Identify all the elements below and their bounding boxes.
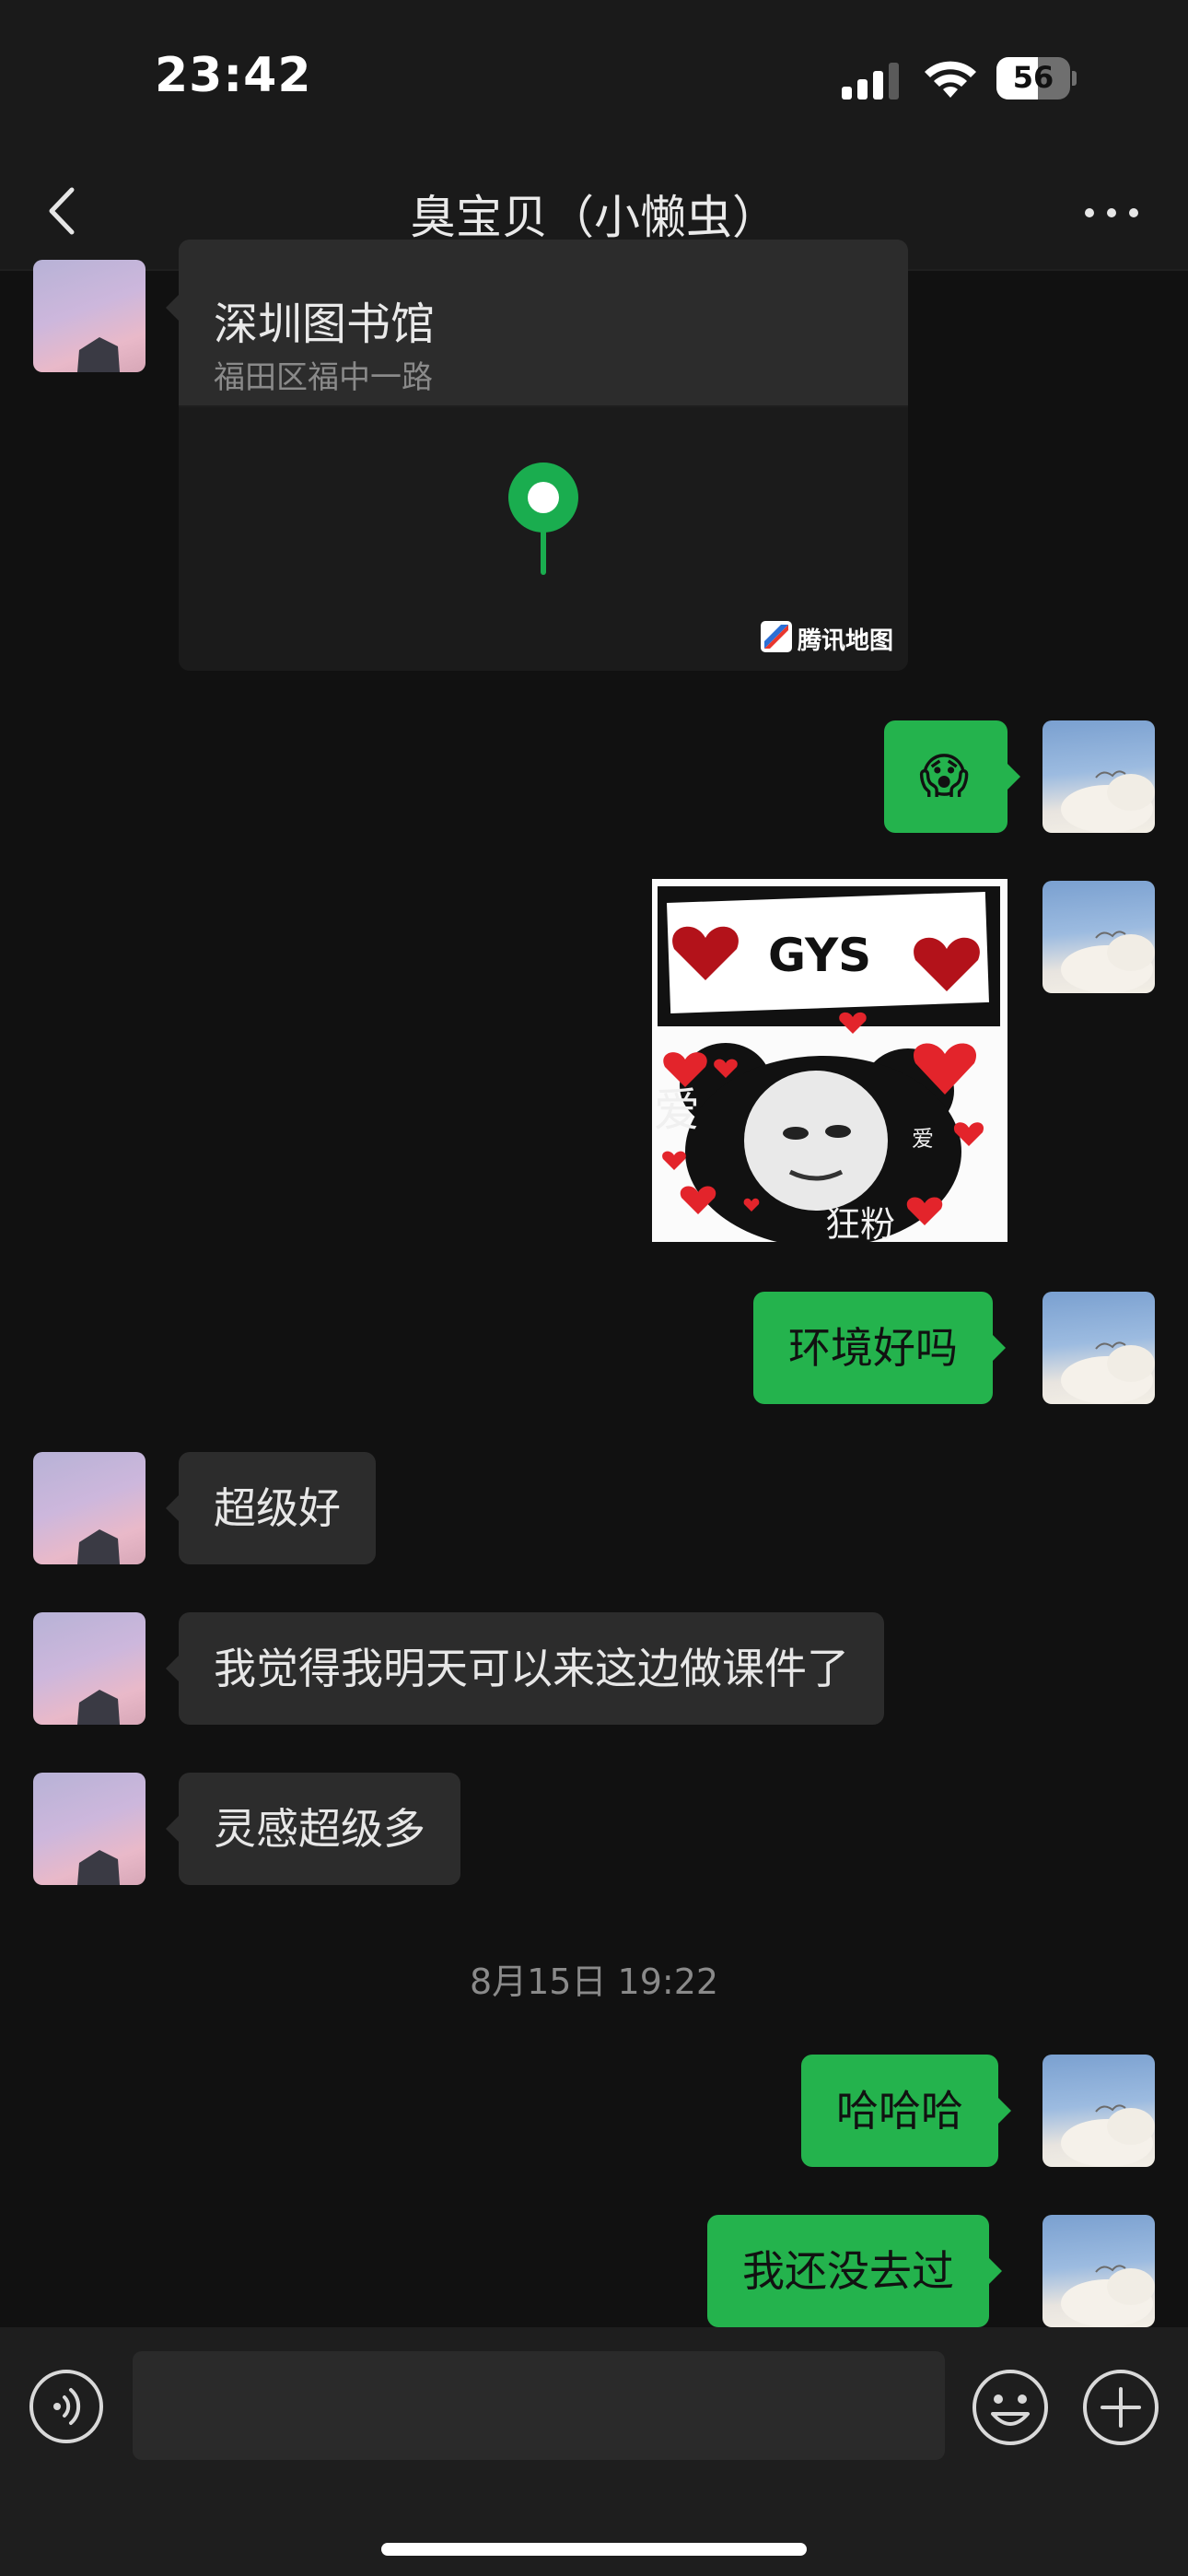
battery-tip <box>1072 71 1077 86</box>
sticker-left-text: 爱 <box>654 1083 700 1137</box>
message-bubble-them[interactable]: 超级好 <box>166 1452 376 1564</box>
battery-indicator: 56 <box>996 57 1077 100</box>
message-bubble-me[interactable]: 😱 <box>884 720 1020 833</box>
sticker-bottom-text: 狂粉 <box>825 1204 895 1242</box>
plus-icon[interactable] <box>1081 2368 1160 2447</box>
chat-title: 臭宝贝（小懒虫） <box>410 191 778 244</box>
my-avatar[interactable] <box>1042 2215 1155 2327</box>
tencent-map-logo-icon <box>761 621 792 652</box>
message-text: 我还没去过 <box>742 2246 954 2296</box>
voice-icon[interactable] <box>28 2368 105 2445</box>
emoji-message: 😱 <box>919 749 970 804</box>
battery-body: 56 <box>996 57 1070 100</box>
input-bar <box>0 2327 1188 2576</box>
status-bar: 23:42 56 <box>0 0 1188 157</box>
location-map: 腾讯地图 <box>179 407 908 671</box>
message-bubble-me[interactable]: 我还没去过 <box>707 2215 1002 2327</box>
home-indicator[interactable] <box>381 2543 807 2556</box>
my-avatar[interactable] <box>1042 720 1155 833</box>
sticker-image[interactable]: GYS 爱 爱 狂粉 <box>652 879 1007 1242</box>
status-time: 23:42 <box>155 48 312 103</box>
sticker-top-text: GYS <box>768 929 871 982</box>
contact-avatar[interactable] <box>33 1452 146 1564</box>
contact-avatar[interactable] <box>33 1612 146 1725</box>
ellipsis-icon[interactable] <box>1077 181 1146 245</box>
location-card[interactable]: 深圳图书馆 福田区福中一路 腾讯地图 <box>179 240 908 671</box>
map-provider-label: 腾讯地图 <box>798 627 894 655</box>
message-text: 我觉得我明天可以来这边做课件了 <box>214 1644 849 1693</box>
message-text: 超级好 <box>214 1483 341 1533</box>
wifi-icon <box>925 61 976 98</box>
message-bubble-them[interactable]: 灵感超级多 <box>166 1773 460 1885</box>
my-avatar[interactable] <box>1042 2055 1155 2167</box>
message-text: 环境好吗 <box>788 1323 958 1373</box>
sticker-right-text: 爱 <box>912 1126 934 1152</box>
map-provider-badge: 腾讯地图 <box>761 619 899 656</box>
cellular-signal-icon <box>842 63 899 100</box>
message-text: 灵感超级多 <box>214 1804 425 1854</box>
map-pin-icon <box>508 463 578 575</box>
battery-level: 56 <box>1012 60 1054 95</box>
my-avatar[interactable] <box>1042 1292 1155 1404</box>
message-timestamp: 8月15日 19:22 <box>469 1961 719 2002</box>
message-bubble-me[interactable]: 哈哈哈 <box>801 2055 1011 2167</box>
contact-avatar[interactable] <box>33 260 146 372</box>
location-card-tail <box>166 295 179 321</box>
location-name: 深圳图书馆 <box>214 299 436 350</box>
contact-avatar[interactable] <box>33 1773 146 1885</box>
my-avatar[interactable] <box>1042 881 1155 993</box>
message-bubble-them[interactable]: 我觉得我明天可以来这边做课件了 <box>166 1612 884 1725</box>
message-bubble-me[interactable]: 环境好吗 <box>753 1292 1006 1404</box>
message-input[interactable] <box>133 2351 945 2460</box>
location-address: 福田区福中一路 <box>214 359 433 396</box>
smiley-icon[interactable] <box>971 2368 1050 2447</box>
message-text: 哈哈哈 <box>836 2086 963 2136</box>
